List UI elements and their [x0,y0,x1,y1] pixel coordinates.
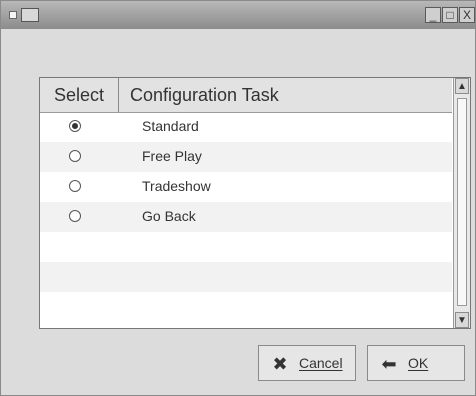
row-label: Tradeshow [142,178,211,194]
window-menu-icon[interactable] [9,11,17,19]
cancel-button-label: Cancel [299,355,343,371]
table-header: Select Configuration Task [40,78,452,113]
table-row[interactable]: Free Play [40,142,452,172]
table-row[interactable]: Standard [40,112,452,142]
column-header-select[interactable]: Select [40,78,119,112]
cancel-button[interactable]: ✖ Cancel [258,345,356,381]
radio-button[interactable] [69,150,81,162]
scroll-down-arrow-icon[interactable]: ▼ [455,312,469,328]
cancel-icon: ✖ [272,354,288,374]
back-arrow-icon: ⬅ [381,354,397,374]
dialog-window: _ □ X Select Configuration Task Standard… [0,0,476,396]
vertical-scrollbar[interactable]: ▲ ▼ [453,78,470,328]
radio-button[interactable] [69,120,81,132]
row-label: Free Play [142,148,202,164]
row-label: Standard [142,118,199,134]
minimize-button[interactable]: _ [425,7,441,23]
scrollbar-thumb[interactable] [457,98,467,306]
empty-row [40,262,452,292]
maximize-button[interactable]: □ [442,7,458,23]
ok-button-label: OK [408,355,429,371]
row-label: Go Back [142,208,196,224]
window-icon [21,8,39,22]
radio-button[interactable] [69,180,81,192]
column-header-configuration-task[interactable]: Configuration Task [130,78,279,112]
configuration-task-table: Select Configuration Task Standard Free … [39,77,471,329]
empty-row [40,292,452,322]
ok-button[interactable]: ⬅ OK [367,345,465,381]
radio-button[interactable] [69,210,81,222]
scroll-up-arrow-icon[interactable]: ▲ [455,78,469,94]
title-bar: _ □ X [1,1,475,29]
table-row[interactable]: Tradeshow [40,172,452,202]
table-row[interactable]: Go Back [40,202,452,232]
close-button[interactable]: X [459,7,475,23]
empty-row [40,232,452,262]
